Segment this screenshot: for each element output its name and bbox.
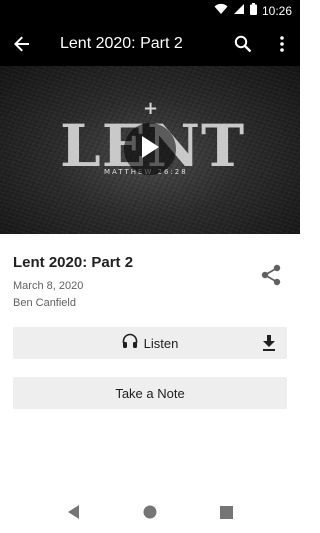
- play-icon: [140, 135, 160, 164]
- status-bar: 10:26: [0, 0, 300, 22]
- recents-square-icon[interactable]: [218, 504, 234, 520]
- sermon-speaker: Ben Canfield: [13, 297, 76, 309]
- status-icons: 10:26: [214, 3, 292, 19]
- wifi-icon: [214, 2, 228, 20]
- search-icon[interactable]: [231, 32, 255, 56]
- sermon-title: Lent 2020: Part 2: [13, 254, 134, 271]
- cell-signal-icon: [233, 2, 245, 20]
- listen-button-content: Listen: [13, 327, 287, 359]
- sermon-date: March 8, 2020: [13, 280, 84, 292]
- download-icon[interactable]: [259, 333, 279, 353]
- headphones-icon: [122, 333, 138, 354]
- listen-button[interactable]: Listen: [13, 327, 287, 359]
- share-icon[interactable]: [260, 264, 282, 286]
- app-bar: Lent 2020: Part 2: [0, 22, 300, 66]
- page-title: Lent 2020: Part 2: [60, 35, 183, 52]
- battery-icon: [249, 2, 257, 20]
- more-vert-icon[interactable]: [270, 32, 294, 56]
- listen-label: Listen: [143, 335, 179, 351]
- play-button[interactable]: [124, 123, 176, 175]
- back-triangle-icon[interactable]: [66, 504, 82, 520]
- arrow-back-icon[interactable]: [10, 32, 34, 56]
- status-time: 10:26: [261, 4, 292, 18]
- take-note-label: Take a Note: [115, 385, 185, 401]
- home-circle-icon[interactable]: [142, 504, 158, 520]
- take-note-button[interactable]: Take a Note: [13, 377, 287, 409]
- system-nav-bar: [0, 491, 300, 533]
